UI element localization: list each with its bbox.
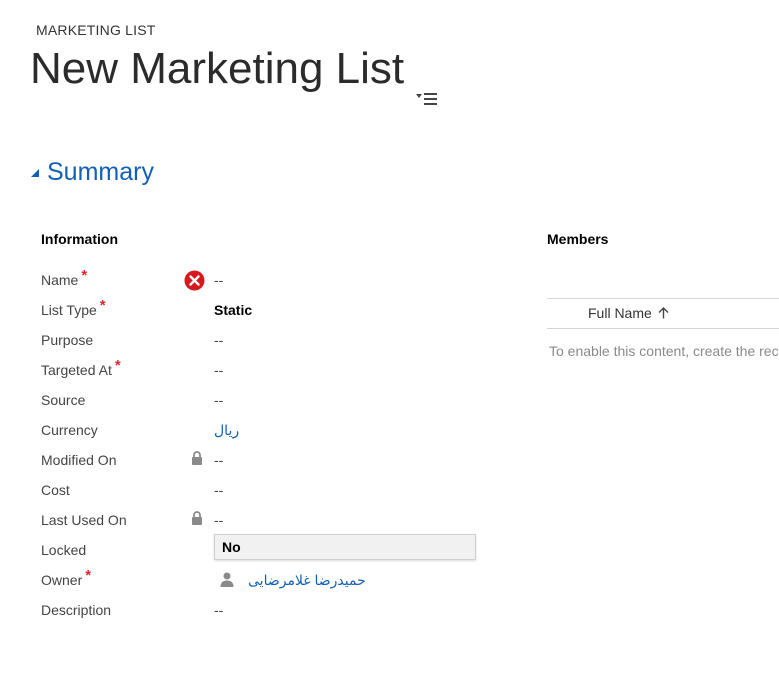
field-value-owner-link[interactable]: حمیدرضا غلامرضایی [248, 571, 366, 589]
field-value-last-used-on: -- [214, 512, 224, 528]
field-label-locked: Locked [41, 542, 87, 558]
field-row-currency: Currency ریال [41, 421, 491, 451]
record-title: New Marketing List [30, 42, 438, 105]
field-value-purpose[interactable]: -- [214, 331, 223, 349]
summary-section-header[interactable]: Summary [31, 158, 154, 187]
sort-ascending-icon [658, 307, 669, 319]
field-label-cost: Cost [41, 482, 70, 498]
field-row-modified-on: Modified On -- [41, 451, 491, 481]
information-group-title: Information [41, 231, 118, 247]
field-label-targeted-at: Targeted At * [41, 357, 121, 378]
field-label-name: Name * [41, 267, 88, 288]
field-value-name[interactable]: -- [214, 271, 223, 289]
field-row-targeted-at: Targeted At * -- [41, 357, 491, 391]
field-row-source: Source -- [41, 391, 491, 421]
field-row-description: Description -- [41, 601, 491, 631]
field-row-name: Name * -- [41, 267, 491, 301]
members-empty-message: To enable this content, create the recor… [549, 343, 779, 359]
form-menu-icon[interactable] [416, 65, 438, 105]
field-row-purpose: Purpose -- [41, 331, 491, 361]
field-label-last-used-on: Last Used On [41, 512, 127, 528]
field-row-locked: Locked No [41, 534, 491, 571]
members-grid-header: Full Name [547, 298, 779, 329]
required-marker: * [81, 267, 88, 284]
field-value-source[interactable]: -- [214, 391, 223, 409]
column-header-full-name[interactable]: Full Name [588, 305, 669, 321]
collapse-triangle-icon [31, 168, 39, 177]
field-label-list-type: List Type * [41, 297, 106, 318]
field-row-list-type: List Type * Static [41, 297, 491, 331]
person-icon [220, 572, 234, 587]
required-marker: * [114, 357, 121, 374]
required-marker: * [99, 297, 106, 314]
field-value-modified-on: -- [214, 452, 224, 468]
field-value-list-type[interactable]: Static [214, 301, 252, 319]
field-label-source: Source [41, 392, 86, 408]
column-header-label: Full Name [588, 305, 652, 321]
locked-field-box[interactable]: No [214, 534, 476, 560]
required-marker: * [85, 567, 92, 584]
field-label-modified-on: Modified On [41, 452, 117, 468]
members-group-title: Members [547, 231, 609, 247]
field-label-owner: Owner * [41, 567, 92, 588]
field-label-currency: Currency [41, 422, 98, 438]
record-title-text: New Marketing List [30, 44, 405, 93]
field-label-purpose: Purpose [41, 332, 94, 348]
section-title: Summary [47, 158, 154, 186]
field-value-currency-link[interactable]: ریال [214, 421, 239, 439]
error-icon [184, 270, 205, 291]
lock-icon [192, 511, 202, 525]
field-row-owner: Owner * حمیدرضا غلامرضایی [41, 567, 491, 601]
field-label-description: Description [41, 602, 112, 618]
field-row-cost: Cost -- [41, 481, 491, 511]
lock-icon [192, 451, 202, 465]
field-value-description[interactable]: -- [214, 601, 223, 619]
field-value-targeted-at[interactable]: -- [214, 361, 223, 379]
field-value-cost[interactable]: -- [214, 481, 223, 499]
entity-label: MARKETING LIST [36, 22, 156, 38]
